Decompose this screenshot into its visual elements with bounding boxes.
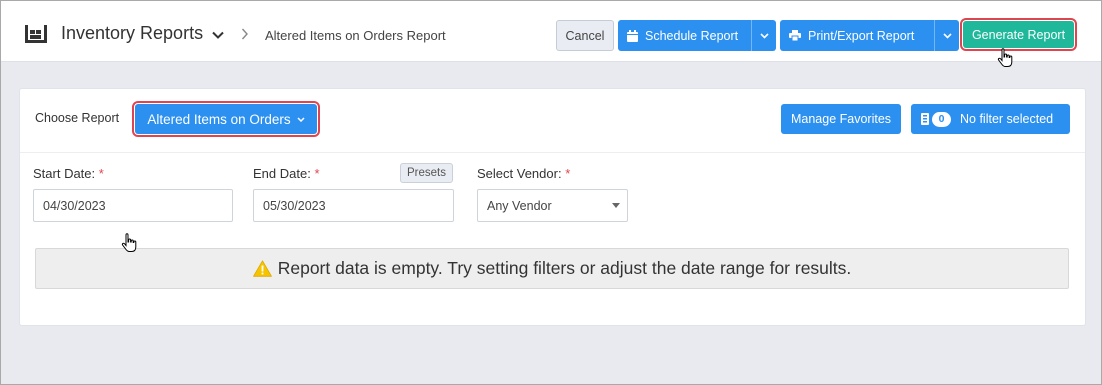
schedule-dropdown-toggle[interactable] [751,20,776,51]
chevron-down-icon [759,32,769,39]
hand-cursor-icon [997,48,1013,67]
page-header: Inventory Reports Altered Items on Order… [1,1,1101,62]
choose-report-label: Choose Report [35,111,120,125]
caret-down-icon [612,203,620,208]
report-selector-value: Altered Items on Orders [147,111,291,127]
required-marker: * [565,166,571,181]
filter-count-badge: 0 [932,111,951,127]
required-marker: * [98,166,104,181]
page-title[interactable]: Inventory Reports [61,23,203,44]
schedule-report-button[interactable]: Schedule Report [618,20,776,51]
breadcrumb-current: Altered Items on Orders Report [265,28,446,43]
empty-report-message: Report data is empty. Try setting filter… [277,258,852,278]
filter-icon [921,113,929,125]
vendor-select-value: Any Vendor [487,198,552,213]
calendar-icon [627,29,638,42]
warning-icon [252,260,272,277]
printer-icon [789,30,801,41]
end-date-label: End Date: * [253,166,320,181]
filter-button[interactable]: 0 No filter selected [911,104,1070,134]
filter-status-label: No filter selected [960,112,1054,126]
start-date-input[interactable]: 04/30/2023 [33,189,233,222]
app-window: Inventory Reports Altered Items on Order… [0,0,1102,385]
generate-report-button[interactable]: Generate Report [960,18,1077,51]
vendor-label: Select Vendor: * [477,166,571,181]
print-export-dropdown-toggle[interactable] [934,20,959,51]
manage-favorites-button[interactable]: Manage Favorites [781,104,901,134]
vendor-select[interactable]: Any Vendor [477,189,628,222]
chevron-down-icon [942,32,952,39]
chevron-down-icon [297,116,305,122]
chevron-down-icon[interactable] [212,31,224,40]
schedule-report-label: Schedule Report [645,28,739,43]
presets-button[interactable]: Presets [400,163,453,183]
cancel-button[interactable]: Cancel [556,20,614,51]
end-date-input[interactable]: 05/30/2023 [253,189,454,222]
report-panel: Choose Report Altered Items on Orders Ma… [19,88,1086,326]
required-marker: * [314,166,320,181]
print-export-label: Print/Export Report [808,28,915,43]
hand-cursor-icon [121,233,137,252]
chevron-right-icon [241,28,248,40]
empty-report-alert: Report data is empty. Try setting filter… [35,248,1069,289]
divider [20,152,1085,153]
print-export-button[interactable]: Print/Export Report [780,20,959,51]
warehouse-icon [25,25,47,43]
start-date-label: Start Date: * [33,166,104,181]
report-selector-dropdown[interactable]: Altered Items on Orders [132,101,320,137]
